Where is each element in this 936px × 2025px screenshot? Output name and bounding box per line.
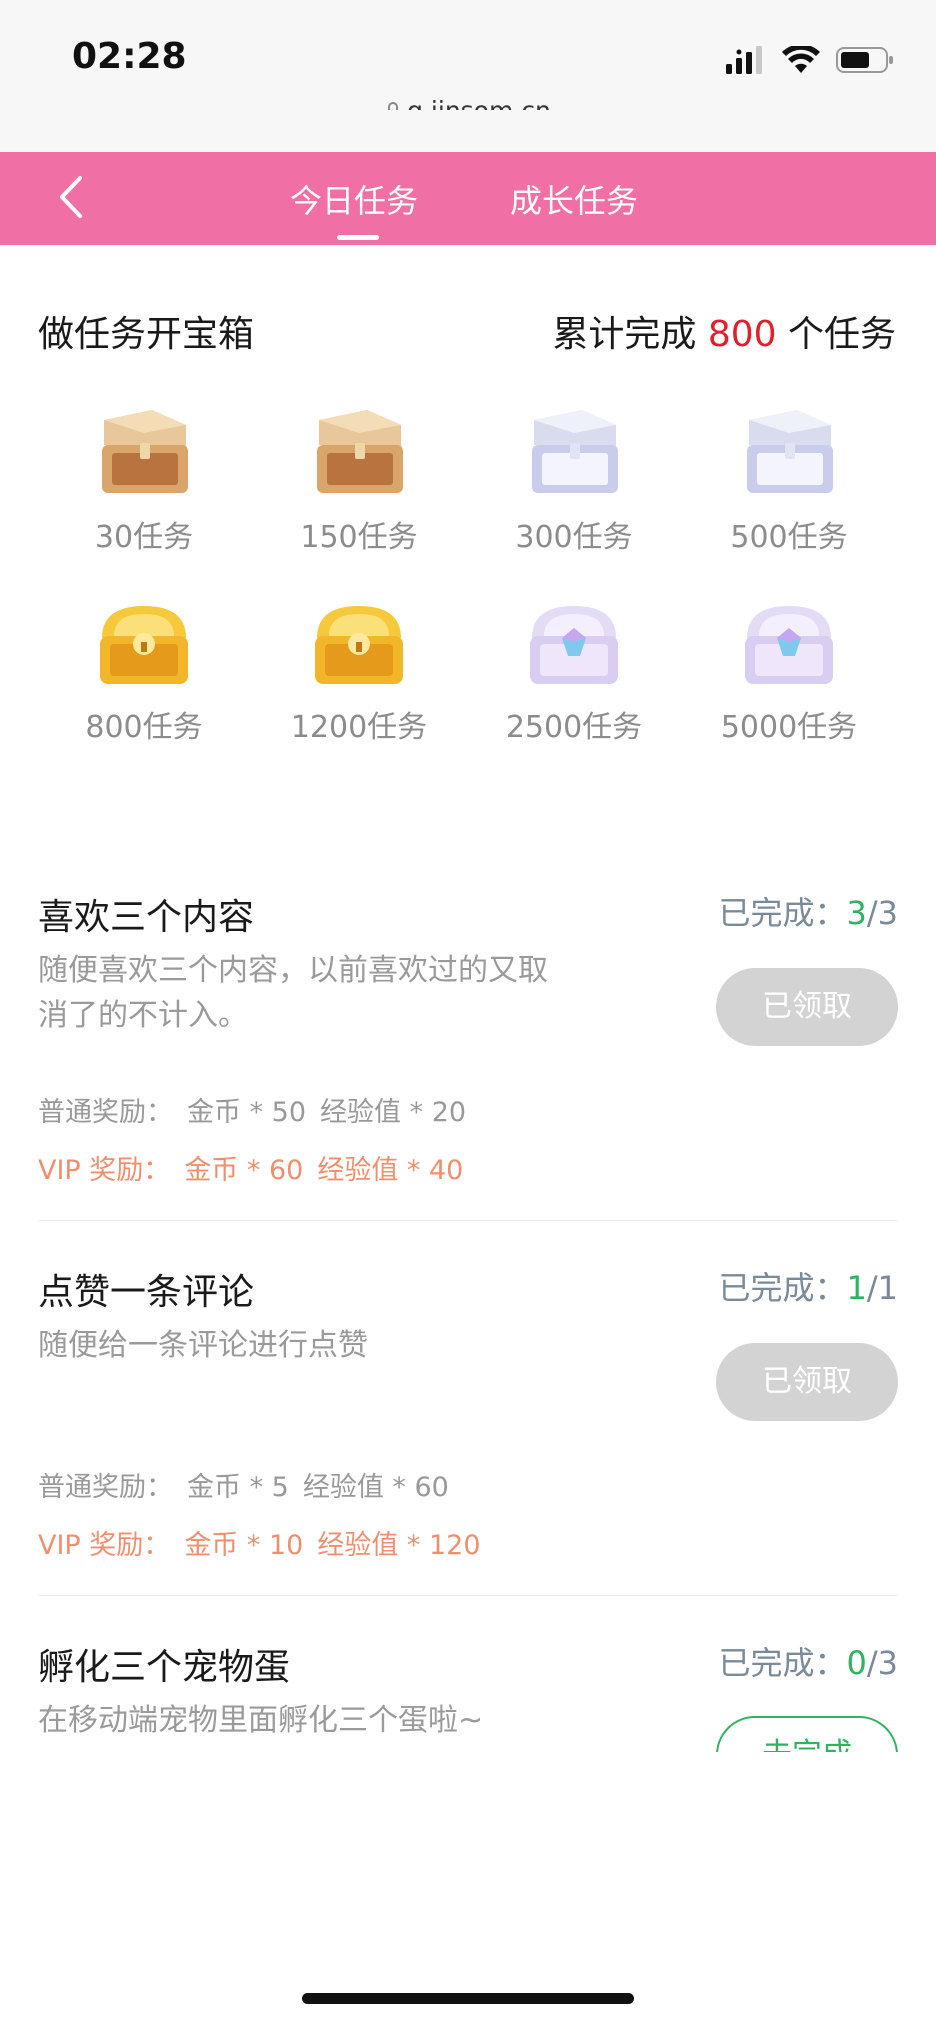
chest-label: 500任务 bbox=[730, 520, 848, 555]
chevron-left-icon bbox=[60, 176, 82, 218]
incomplete-button[interactable]: 未完成 bbox=[716, 1716, 898, 1752]
task-item-like-three: 喜欢三个内容 已完成：3/3 随便喜欢三个内容，以前喜欢过的又取消了的不计入。 … bbox=[38, 888, 898, 1188]
home-indicator[interactable] bbox=[302, 1993, 634, 2004]
diamond-chest-icon bbox=[745, 606, 833, 684]
task-description: 随便给一条评论进行点赞 bbox=[38, 1328, 368, 1363]
chest-5000[interactable]: 5000任务 bbox=[689, 600, 889, 746]
chest-500[interactable]: 500任务 bbox=[689, 405, 889, 556]
normal-reward-coin: 金币 * 5 bbox=[187, 1472, 289, 1503]
status-bar-bottom bbox=[0, 110, 936, 152]
task-progress-total: /1 bbox=[866, 1269, 898, 1307]
chest-150[interactable]: 150任务 bbox=[259, 405, 459, 556]
vip-reward-label: VIP 奖励： bbox=[38, 1155, 171, 1186]
chest-label: 30任务 bbox=[94, 520, 194, 555]
task-progress-label: 已完成： bbox=[718, 1269, 847, 1307]
back-button[interactable] bbox=[48, 172, 98, 222]
chest-label: 1200任务 bbox=[290, 710, 428, 745]
claimed-button[interactable]: 已领取 bbox=[716, 968, 898, 1046]
task-progress-label: 已完成： bbox=[718, 1644, 847, 1682]
task-item-like-comment: 点赞一条评论 已完成：1/1 随便给一条评论进行点赞 已领取 普通奖励： 金币 *… bbox=[38, 1263, 898, 1563]
chest-800[interactable]: 800任务 bbox=[44, 600, 244, 746]
status-icons bbox=[726, 42, 894, 78]
wooden-chest-open-icon bbox=[317, 410, 403, 493]
chest-2500[interactable]: 2500任务 bbox=[474, 600, 674, 746]
divider bbox=[38, 1220, 898, 1221]
treasure-total-suffix: 个任务 bbox=[776, 314, 896, 355]
silver-chest-open-icon bbox=[532, 410, 618, 493]
normal-reward-coin: 金币 * 50 bbox=[187, 1097, 307, 1128]
task-progress-done: 3 bbox=[846, 894, 867, 932]
chest-label: 2500任务 bbox=[505, 710, 643, 745]
vip-reward-exp: 经验值 * 120 bbox=[317, 1530, 481, 1561]
task-title: 喜欢三个内容 bbox=[38, 897, 255, 938]
task-progress-done: 0 bbox=[846, 1644, 867, 1682]
gold-chest-icon bbox=[100, 606, 188, 684]
divider bbox=[38, 1595, 898, 1596]
task-progress-done: 1 bbox=[846, 1269, 867, 1307]
active-tab-indicator bbox=[337, 235, 379, 240]
gold-chest-icon bbox=[315, 606, 403, 684]
normal-reward: 普通奖励： 金币 * 5 经验值 * 60 bbox=[38, 1465, 463, 1504]
status-bar: 02:28 q.jinsom.cn bbox=[0, 0, 936, 125]
treasure-total-prefix: 累计完成 bbox=[552, 314, 708, 355]
task-description: 在移动端宠物里面孵化三个蛋啦~ bbox=[38, 1703, 484, 1738]
task-progress-total: /3 bbox=[866, 1644, 898, 1682]
blank-area bbox=[0, 1752, 936, 2025]
chest-label: 5000任务 bbox=[720, 710, 858, 745]
tab-today[interactable]: 今日任务 bbox=[290, 176, 418, 222]
task-title: 孵化三个宠物蛋 bbox=[38, 1647, 291, 1688]
claimed-button[interactable]: 已领取 bbox=[716, 1343, 898, 1421]
vip-reward-coin: 金币 * 60 bbox=[184, 1155, 304, 1186]
normal-reward-label: 普通奖励： bbox=[38, 1097, 173, 1128]
treasure-title: 做任务开宝箱 bbox=[38, 314, 255, 355]
normal-reward-exp: 经验值 * 20 bbox=[320, 1097, 467, 1128]
normal-reward-exp: 经验值 * 60 bbox=[302, 1472, 449, 1503]
task-progress-label: 已完成： bbox=[718, 894, 847, 932]
silver-chest-open-icon bbox=[747, 410, 833, 493]
vip-reward: VIP 奖励： 金币 * 10 经验值 * 120 bbox=[38, 1523, 495, 1562]
wifi-icon bbox=[782, 46, 820, 73]
vip-reward-exp: 经验值 * 40 bbox=[317, 1155, 464, 1186]
chest-label: 800任务 bbox=[85, 710, 203, 745]
task-title: 点赞一条评论 bbox=[38, 1272, 255, 1313]
tab-growth[interactable]: 成长任务 bbox=[510, 176, 638, 222]
diamond-chest-icon bbox=[530, 606, 618, 684]
treasure-total-count: 800 bbox=[707, 314, 777, 355]
vip-reward: VIP 奖励： 金币 * 60 经验值 * 40 bbox=[38, 1148, 477, 1187]
task-progress: 已完成：1/1 bbox=[718, 1263, 898, 1309]
task-progress-total: /3 bbox=[866, 894, 898, 932]
wooden-chest-open-icon bbox=[102, 410, 188, 493]
treasure-total: 累计完成 800 个任务 bbox=[552, 305, 896, 357]
task-progress: 已完成：3/3 bbox=[718, 888, 898, 934]
chest-30[interactable]: 30任务 bbox=[44, 405, 244, 556]
vip-reward-label: VIP 奖励： bbox=[38, 1530, 171, 1561]
chest-1200[interactable]: 1200任务 bbox=[259, 600, 459, 746]
normal-reward-label: 普通奖励： bbox=[38, 1472, 173, 1503]
task-item-hatch-eggs: 孵化三个宠物蛋 已完成：0/3 在移动端宠物里面孵化三个蛋啦~ 未完成 bbox=[38, 1638, 898, 1752]
chest-300[interactable]: 300任务 bbox=[474, 405, 674, 556]
task-description: 随便喜欢三个内容，以前喜欢过的又取消了的不计入。 bbox=[38, 953, 548, 1033]
chest-label: 150任务 bbox=[300, 520, 418, 555]
header: 今日任务 成长任务 bbox=[0, 152, 936, 245]
chest-label: 300任务 bbox=[515, 520, 633, 555]
task-progress: 已完成：0/3 bbox=[718, 1638, 898, 1684]
normal-reward: 普通奖励： 金币 * 50 经验值 * 20 bbox=[38, 1090, 480, 1129]
battery-icon bbox=[836, 47, 893, 73]
status-time: 02:28 bbox=[72, 36, 187, 77]
vip-reward-coin: 金币 * 10 bbox=[184, 1530, 304, 1561]
cellular-signal-icon bbox=[726, 46, 762, 74]
